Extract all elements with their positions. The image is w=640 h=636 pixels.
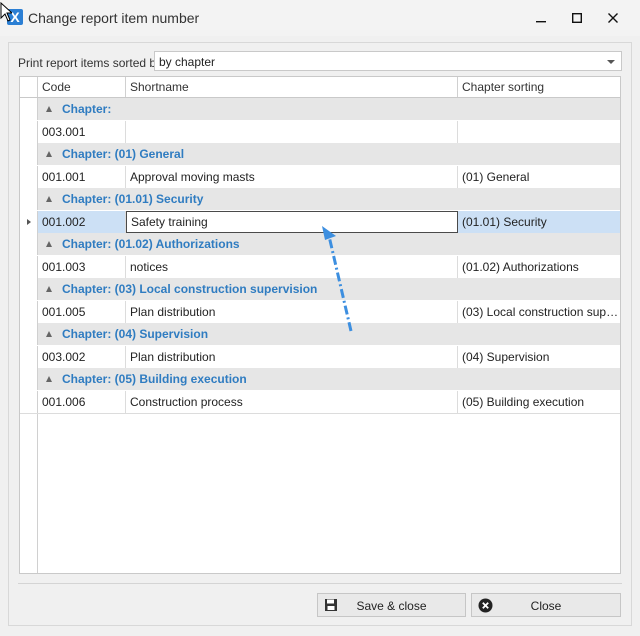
row-indicator xyxy=(20,278,38,300)
save-close-button[interactable]: Save & close xyxy=(317,593,466,617)
mouse-cursor-icon xyxy=(0,2,12,22)
close-window-button[interactable] xyxy=(598,6,628,30)
group-row[interactable]: Chapter: (03) Local construction supervi… xyxy=(20,278,620,301)
maximize-icon xyxy=(572,13,582,23)
sort-dropdown-value: by chapter xyxy=(159,55,216,69)
group-row[interactable]: Chapter: (05) Building execution xyxy=(20,368,620,391)
row-indicator xyxy=(20,301,38,323)
cell-shortname-focused[interactable]: Safety training xyxy=(126,211,458,233)
group-label: Chapter: xyxy=(62,102,112,116)
table-row-selected[interactable]: 001.002 Safety training (01.01) Security xyxy=(20,211,620,234)
save-close-label: Save & close xyxy=(356,599,427,613)
cell-shortname[interactable]: notices xyxy=(126,256,458,278)
sort-dropdown[interactable]: by chapter xyxy=(154,51,622,71)
table-row[interactable]: 001.005 Plan distribution (03) Local con… xyxy=(20,301,620,324)
cell-chapter-sorting[interactable]: (04) Supervision xyxy=(458,346,620,368)
column-header-shortname[interactable]: Shortname xyxy=(126,77,458,97)
cell-shortname[interactable] xyxy=(126,121,458,143)
row-indicator-header xyxy=(20,77,38,97)
row-indicator xyxy=(20,143,38,165)
minimize-button[interactable] xyxy=(526,6,556,30)
row-indicator xyxy=(20,391,38,413)
cell-chapter-sorting[interactable] xyxy=(458,121,620,143)
group-label: Chapter: (01.01) Security xyxy=(62,192,204,206)
row-indicator xyxy=(20,368,38,390)
group-row[interactable]: Chapter: xyxy=(20,98,620,121)
cell-code[interactable]: 001.005 xyxy=(38,301,126,323)
cell-shortname[interactable]: Construction process xyxy=(126,391,458,413)
group-label: Chapter: (04) Supervision xyxy=(62,327,209,341)
row-indicator xyxy=(20,121,38,143)
table-row[interactable]: 001.001 Approval moving masts (01) Gener… xyxy=(20,166,620,189)
row-indicator xyxy=(20,98,38,120)
group-row[interactable]: Chapter: (01.02) Authorizations xyxy=(20,233,620,256)
cell-shortname[interactable]: Approval moving masts xyxy=(126,166,458,188)
cell-chapter-sorting[interactable]: (03) Local construction supervision xyxy=(458,301,620,323)
row-indicator xyxy=(20,346,38,368)
grid-header: Code Shortname Chapter sorting xyxy=(20,77,620,98)
group-label: Chapter: (05) Building execution xyxy=(62,372,247,386)
row-indicator xyxy=(20,256,38,278)
collapse-triangle-icon[interactable] xyxy=(46,106,52,112)
group-label: Chapter: (01.02) Authorizations xyxy=(62,237,240,251)
column-header-chapter-sorting[interactable]: Chapter sorting xyxy=(458,77,620,97)
close-icon xyxy=(608,13,618,23)
column-header-code[interactable]: Code xyxy=(38,77,126,97)
cell-code[interactable]: 003.002 xyxy=(38,346,126,368)
collapse-triangle-icon[interactable] xyxy=(46,151,52,157)
table-row[interactable]: 003.001 xyxy=(20,121,620,144)
row-indicator xyxy=(20,211,38,233)
cell-chapter-sorting[interactable]: (05) Building execution xyxy=(458,391,620,413)
cell-code[interactable]: 001.002 xyxy=(38,211,126,233)
footer-divider xyxy=(18,583,622,584)
cell-code[interactable]: 001.006 xyxy=(38,391,126,413)
row-indicator-column-empty xyxy=(20,414,38,573)
minimize-icon xyxy=(536,21,546,23)
sort-label: Print report items sorted by xyxy=(18,56,163,70)
close-button[interactable]: Close xyxy=(471,593,621,617)
row-indicator xyxy=(20,188,38,210)
table-row[interactable]: 001.006 Construction process (05) Buildi… xyxy=(20,391,620,414)
table-row[interactable]: 001.003 notices (01.02) Authorizations xyxy=(20,256,620,279)
report-items-grid[interactable]: Code Shortname Chapter sorting Chapter: … xyxy=(19,76,621,574)
collapse-triangle-icon[interactable] xyxy=(46,331,52,337)
collapse-triangle-icon[interactable] xyxy=(46,241,52,247)
group-label: Chapter: (03) Local construction supervi… xyxy=(62,282,318,296)
cell-chapter-sorting[interactable]: (01.01) Security xyxy=(458,211,620,233)
cell-shortname[interactable]: Plan distribution xyxy=(126,346,458,368)
chevron-down-icon xyxy=(607,60,615,64)
group-row[interactable]: Chapter: (04) Supervision xyxy=(20,323,620,346)
cell-code[interactable]: 003.001 xyxy=(38,121,126,143)
window-title: Change report item number xyxy=(28,10,200,26)
row-indicator xyxy=(20,233,38,255)
title-bar: X Change report item number xyxy=(0,0,640,36)
cell-chapter-sorting[interactable]: (01.02) Authorizations xyxy=(458,256,620,278)
collapse-triangle-icon[interactable] xyxy=(46,196,52,202)
row-indicator xyxy=(20,166,38,188)
row-indicator xyxy=(20,323,38,345)
group-row[interactable]: Chapter: (01) General xyxy=(20,143,620,166)
cell-chapter-sorting[interactable]: (01) General xyxy=(458,166,620,188)
cell-shortname[interactable]: Plan distribution xyxy=(126,301,458,323)
group-row[interactable]: Chapter: (01.01) Security xyxy=(20,188,620,211)
maximize-button[interactable] xyxy=(562,6,592,30)
group-label: Chapter: (01) General xyxy=(62,147,185,161)
collapse-triangle-icon[interactable] xyxy=(46,376,52,382)
close-label: Close xyxy=(530,599,562,613)
current-row-pointer-icon xyxy=(27,219,31,225)
cell-code[interactable]: 001.001 xyxy=(38,166,126,188)
table-row[interactable]: 003.002 Plan distribution (04) Supervisi… xyxy=(20,346,620,369)
cell-code[interactable]: 001.003 xyxy=(38,256,126,278)
collapse-triangle-icon[interactable] xyxy=(46,286,52,292)
